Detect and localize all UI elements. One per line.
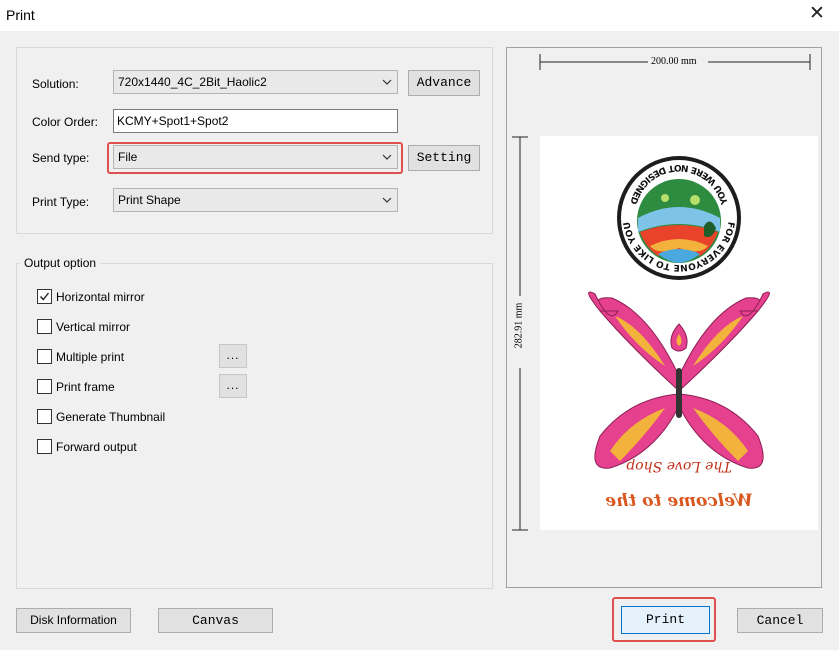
vertical-mirror-checkbox[interactable] [37,319,52,334]
send-type-highlight [107,142,403,174]
generate-thumbnail-label: Generate Thumbnail [56,410,166,424]
title-bar: Print ✕ [0,0,839,31]
preview-artwork: FOR EVERYONE TO LIKE YOU YOU WERE NOT DE… [588,156,770,511]
print-button-highlight [612,597,716,642]
checkmark-icon [39,292,50,301]
width-dimension-label: 200.00 mm [651,56,697,67]
horizontal-mirror-label: Horizontal mirror [56,290,145,304]
multiple-print-checkbox[interactable] [37,349,52,364]
print-type-select[interactable]: Print Shape [113,188,398,212]
close-icon[interactable]: ✕ [807,4,827,24]
preview-caption-2: Welcome to the [605,491,753,511]
height-dimension-label: 282.91 mm [513,302,525,349]
solution-label: Solution: [32,77,79,91]
window-title: Print [6,7,35,23]
horizontal-mirror-checkbox[interactable] [37,289,52,304]
multiple-print-more-button[interactable]: ... [219,344,247,368]
vertical-mirror-label: Vertical mirror [56,320,131,334]
print-frame-label: Print frame [56,380,115,394]
multiple-print-label: Multiple print [56,350,125,364]
output-option-group [16,263,493,589]
print-type-label: Print Type: [32,195,90,209]
print-type-value: Print Shape [118,193,181,207]
butterfly-illustration [588,291,770,469]
color-order-label: Color Order: [32,115,99,129]
canvas-button[interactable]: Canvas [158,608,273,633]
print-frame-checkbox[interactable] [37,379,52,394]
preview-page: FOR EVERYONE TO LIKE YOU YOU WERE NOT DE… [540,136,818,530]
disk-information-button[interactable]: Disk Information [16,608,131,633]
print-frame-more-button[interactable]: ... [219,374,247,398]
advance-button[interactable]: Advance [408,70,480,96]
forward-output-label: Forward output [56,440,137,454]
send-type-label: Send type: [32,151,90,165]
chevron-down-icon [382,197,392,203]
setting-button[interactable]: Setting [408,145,480,171]
globe-illustration [617,156,741,280]
preview-caption-1: The Love Shop [626,458,731,474]
cancel-button[interactable]: Cancel [737,608,823,633]
solution-value: 720x1440_4C_2Bit_Haolic2 [118,75,267,89]
output-option-title: Output option [20,256,101,270]
solution-select[interactable]: 720x1440_4C_2Bit_Haolic2 [113,70,398,94]
chevron-down-icon [382,79,392,85]
color-order-field[interactable]: KCMY+Spot1+Spot2 [113,109,398,133]
color-order-value: KCMY+Spot1+Spot2 [117,114,229,128]
forward-output-checkbox[interactable] [37,439,52,454]
generate-thumbnail-checkbox[interactable] [37,409,52,424]
